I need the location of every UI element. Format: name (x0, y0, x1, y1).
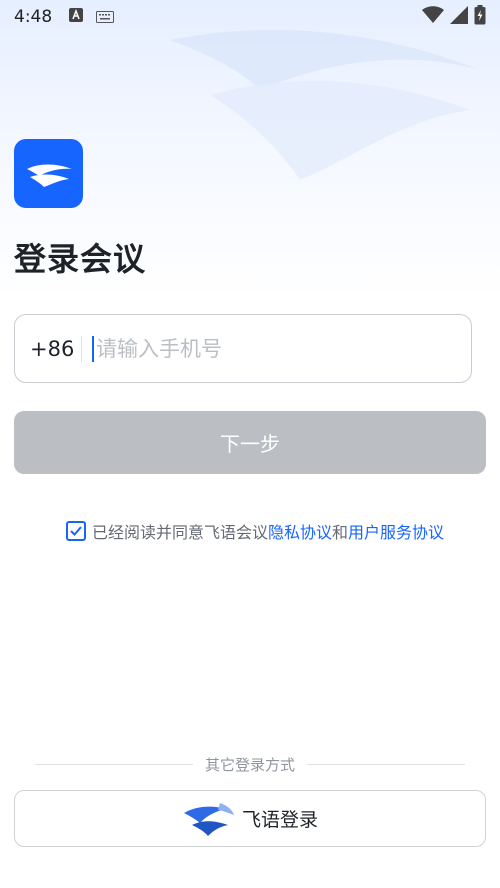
input-divider (81, 335, 82, 362)
agreement-prefix: 已经阅读并同意飞语会议 (92, 523, 269, 542)
status-time: 4:48 (14, 7, 53, 27)
other-login-divider: 其它登录方式 (35, 754, 466, 775)
wifi-icon (422, 6, 444, 28)
keyboard-icon (96, 8, 115, 27)
privacy-policy-link[interactable]: 隐私协议 (268, 519, 332, 543)
feiyu-wing-icon (26, 164, 72, 187)
agreement-row: 已经阅读并同意飞语会议 隐私协议 和 用户服务协议 (66, 519, 444, 543)
app-logo (14, 139, 83, 208)
battery-charging-icon (474, 5, 486, 29)
font-a-icon (68, 7, 84, 27)
page-title: 登录会议 (14, 240, 147, 278)
feiyu-login-button[interactable]: 飞语登录 (14, 790, 486, 847)
divider-line-right (307, 764, 466, 765)
agreement-and: 和 (332, 523, 349, 542)
terms-of-service-link[interactable]: 用户服务协议 (348, 519, 444, 543)
feiyu-login-label: 飞语登录 (241, 809, 318, 831)
agreement-checkbox[interactable] (66, 521, 86, 541)
feiyu-logo-icon (183, 802, 234, 836)
status-right-icons (422, 5, 486, 29)
country-code-selector[interactable]: +86 (15, 337, 81, 361)
phone-input-box[interactable]: +86 (14, 314, 472, 383)
divider-line-left (35, 764, 193, 765)
check-icon (70, 526, 82, 536)
next-step-button[interactable]: 下一步 (14, 411, 486, 474)
status-bar: 4:48 (0, 0, 500, 34)
signal-icon (450, 6, 468, 28)
phone-number-input[interactable] (94, 336, 434, 361)
other-login-label: 其它登录方式 (205, 756, 296, 774)
